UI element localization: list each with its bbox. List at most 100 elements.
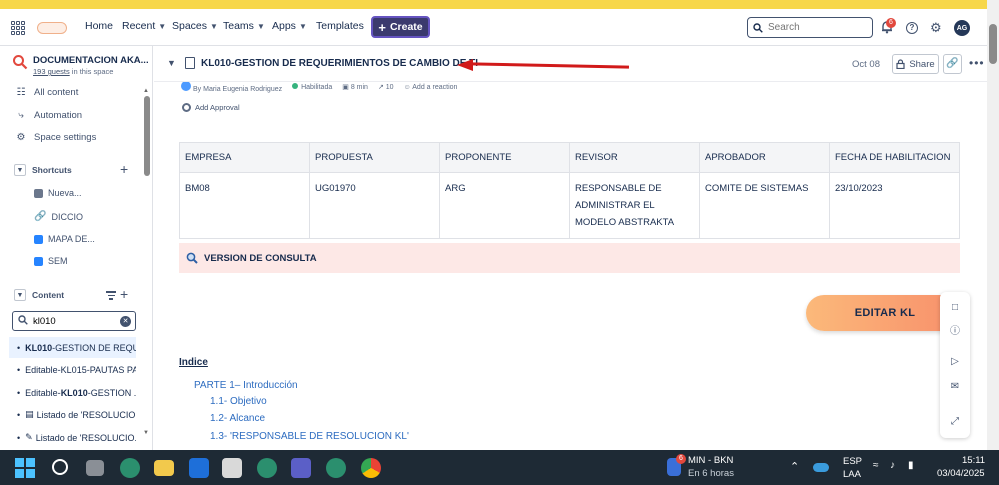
add-reaction-button[interactable]: ☺ Add a reaction	[404, 84, 458, 91]
collapse-icon[interactable]: ⤢	[949, 416, 961, 428]
user-avatar[interactable]: AG	[954, 20, 970, 36]
weather-badge: 6	[676, 454, 686, 464]
volume-icon[interactable]: ♪	[890, 460, 895, 471]
chevron-down-icon[interactable]: ▼	[167, 58, 176, 68]
nav-apps[interactable]: Apps ▼	[272, 20, 307, 32]
task-view-icon[interactable]	[86, 460, 104, 476]
document-icon: ✎	[25, 432, 33, 442]
snipping-tool-icon[interactable]	[222, 458, 242, 478]
edge-profile-icon[interactable]	[257, 458, 277, 478]
video-icon[interactable]: ▷	[949, 356, 961, 368]
red-arrow-annotation	[457, 59, 630, 71]
nav-spaces[interactable]: Spaces ▼	[172, 20, 218, 32]
share-button[interactable]: Share	[892, 54, 939, 74]
onedrive-icon[interactable]	[813, 463, 829, 472]
book-icon	[34, 188, 43, 198]
windows-taskbar: MIN - BKN En 6 horas ⌃ ESP LAA ≈ ♪ ▮ 15:…	[0, 450, 999, 485]
space-name[interactable]: DOCUMENTACION AKA...	[33, 55, 149, 66]
windows-logo-icon	[15, 458, 35, 478]
filter-icon[interactable]	[106, 289, 116, 302]
toc-link[interactable]: 1.3- 'RESPONSABLE DE RESOLUCION KL'	[210, 431, 409, 442]
toc-link[interactable]: PARTE 1– Introducción	[194, 380, 298, 391]
chrome-icon[interactable]	[361, 458, 381, 478]
start-button[interactable]	[15, 458, 35, 478]
search-box[interactable]	[747, 17, 873, 38]
taskbar-search-icon[interactable]	[52, 459, 68, 475]
toc-link[interactable]: 1.1- Objetivo	[210, 396, 267, 407]
megaphone-icon[interactable]: ✉	[949, 381, 961, 393]
file-explorer-icon[interactable]	[154, 460, 174, 476]
tree-item[interactable]: • Editable- KL010 -GESTION ...	[9, 382, 136, 403]
create-button[interactable]: + Create	[371, 16, 430, 38]
guests-link[interactable]: 193 guests	[33, 67, 70, 76]
nav-templates[interactable]: Templates	[316, 20, 364, 32]
info-icon[interactable]: ⓘ	[949, 326, 961, 338]
add-content-plus-icon[interactable]: +	[120, 286, 128, 302]
shortcut-item[interactable]: MAPA DE...	[34, 234, 95, 244]
copy-link-icon[interactable]: 🔗	[943, 54, 962, 74]
add-shortcut-plus-icon[interactable]: +	[120, 161, 128, 177]
help-icon[interactable]: ?	[906, 22, 918, 34]
shortcuts-header[interactable]: ▼ Shortcuts	[14, 164, 72, 176]
edge-browser-icon[interactable]	[120, 458, 140, 478]
app-switcher-icon[interactable]	[11, 21, 25, 35]
search-input[interactable]	[768, 22, 863, 33]
search-icon	[186, 252, 198, 264]
tree-item[interactable]: •KL010-GESTION DE REQU...	[9, 337, 136, 358]
clock-date[interactable]: 03/04/2025	[937, 468, 985, 479]
tree-item[interactable]: • ▤ Listado de 'RESOLUCIO...	[9, 404, 136, 425]
lightning-icon: ⤷	[18, 110, 24, 121]
plus-icon: +	[378, 19, 386, 35]
weather-subtitle: En 6 horas	[688, 468, 734, 479]
scroll-up-arrow-icon[interactable]: ▲	[143, 88, 149, 94]
language-indicator[interactable]: ESP	[843, 456, 862, 467]
notification-badge: 6	[886, 18, 896, 28]
nav-recent[interactable]: Recent ▼	[122, 20, 166, 32]
gear-icon[interactable]: ⚙	[930, 20, 942, 36]
nav-teams[interactable]: Teams ▼	[223, 20, 265, 32]
weather-title: MIN - BKN	[688, 455, 734, 466]
page-date: Oct 08	[852, 59, 880, 70]
scroll-down-arrow-icon[interactable]: ▼	[143, 430, 149, 436]
tree-item[interactable]: • ✎ Listado de 'RESOLUCIO...	[9, 427, 136, 448]
edge-work-icon[interactable]	[326, 458, 346, 478]
content-header[interactable]: ▼ Content	[14, 289, 64, 301]
comment-icon[interactable]: □	[949, 302, 961, 314]
content-filter-box[interactable]: ✕	[12, 311, 136, 331]
nav-home[interactable]: Home	[85, 20, 113, 32]
table-cell: BM08	[179, 172, 310, 239]
scrollbar-thumb[interactable]	[989, 24, 997, 64]
floating-toolbar: □ ⓘ ▷ ✉ ⤢	[940, 292, 970, 438]
table-header: PROPUESTA	[309, 142, 440, 173]
shortcut-item[interactable]: 🔗 DICCIO	[34, 211, 83, 222]
window-scrollbar[interactable]	[987, 0, 999, 450]
table-cell: COMITE DE SISTEMAS	[699, 172, 830, 239]
sidebar: DOCUMENTACION AKA... 193 guests in this …	[0, 46, 153, 450]
toc-link[interactable]: 1.2- Alcance	[210, 413, 265, 424]
space-logo-icon	[13, 55, 28, 70]
sidebar-item-all-content[interactable]: ☷ All content	[16, 87, 79, 98]
content-filter-input[interactable]	[33, 315, 113, 327]
table-cell: 23/10/2023	[829, 172, 960, 239]
page-title-bar: ▼ KL010-GESTION DE REQUERIMIENTOS DE CAM…	[154, 46, 987, 82]
outlook-icon[interactable]	[189, 458, 209, 478]
clear-icon[interactable]: ✕	[120, 316, 131, 327]
clock-time[interactable]: 15:11	[962, 455, 985, 466]
table-header: PROPONENTE	[439, 142, 570, 173]
chevron-down-icon[interactable]: ▼	[14, 164, 26, 176]
sidebar-item-space-settings[interactable]: ⚙ Space settings	[16, 132, 97, 143]
sidebar-scrollbar-thumb[interactable]	[144, 96, 150, 176]
lock-icon	[896, 59, 905, 69]
shortcut-item[interactable]: Nueva...	[34, 188, 82, 198]
more-options-icon[interactable]: •••	[969, 56, 985, 70]
sidebar-item-automation[interactable]: ⤷ Automation	[16, 110, 82, 121]
chevron-down-icon[interactable]: ▼	[14, 289, 26, 301]
teams-icon[interactable]	[291, 458, 311, 478]
tree-item[interactable]: • Editable-KL015-PAUTAS PA...	[9, 359, 136, 380]
add-approval-button[interactable]: Add Approval	[182, 103, 240, 112]
battery-icon[interactable]: ▮	[908, 460, 914, 471]
shortcut-item[interactable]: SEM	[34, 256, 68, 266]
wifi-icon[interactable]: ≈	[873, 460, 879, 471]
tray-chevron-up-icon[interactable]: ⌃	[790, 460, 799, 473]
site-logo[interactable]	[37, 22, 67, 34]
